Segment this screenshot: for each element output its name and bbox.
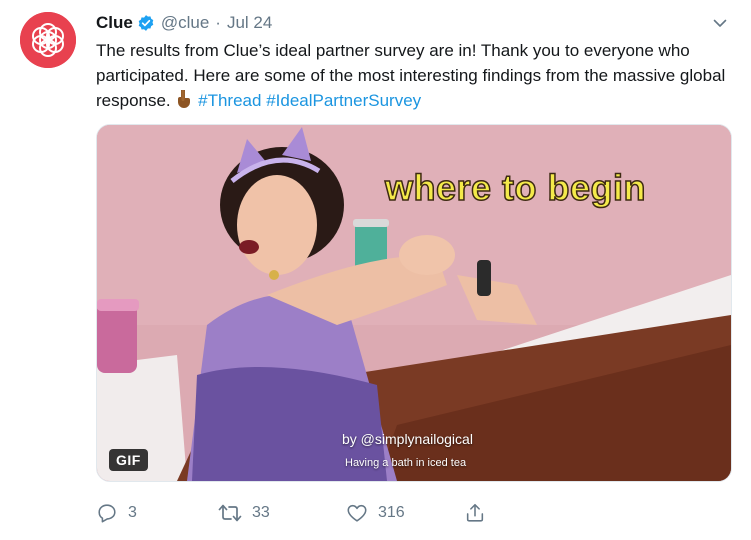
share-icon xyxy=(466,503,484,522)
gif-overlay-text: where to begin xyxy=(384,166,647,209)
avatar[interactable] xyxy=(20,12,76,68)
hashtag-thread[interactable]: #Thread xyxy=(198,91,261,110)
retweet-icon xyxy=(218,504,242,522)
tweet-actions: 3 33 316 xyxy=(96,500,486,526)
verified-badge-icon xyxy=(137,14,155,32)
gif-credit-text: by @simplynailogical xyxy=(342,431,473,447)
gif-badge: GIF xyxy=(109,449,148,471)
tweet-date[interactable]: Jul 24 xyxy=(227,13,272,33)
reply-count: 3 xyxy=(128,504,137,521)
like-count: 316 xyxy=(378,504,405,521)
reply-button[interactable]: 3 xyxy=(96,502,218,524)
gif-media[interactable]: where to begin by @simplynailogical Havi… xyxy=(96,124,732,482)
share-button[interactable] xyxy=(464,502,486,524)
tweet-text: The results from Clue’s ideal partner su… xyxy=(96,38,736,116)
gif-caption-text: Having a bath in iced tea xyxy=(345,457,467,469)
author-handle[interactable]: @clue xyxy=(161,13,209,33)
pointing-down-emoji-icon xyxy=(175,89,193,116)
author-name[interactable]: Clue xyxy=(96,13,133,33)
hashtag-ideal-partner-survey[interactable]: #IdealPartnerSurvey xyxy=(266,91,421,110)
like-button[interactable]: 316 xyxy=(346,502,464,524)
retweet-button[interactable]: 33 xyxy=(218,502,346,524)
reply-icon xyxy=(98,504,116,523)
retweet-count: 33 xyxy=(252,504,270,521)
tweet-header: Clue @clue · Jul 24 xyxy=(96,12,272,34)
like-icon xyxy=(347,504,367,522)
clue-logo-icon xyxy=(20,12,76,68)
chevron-down-icon[interactable] xyxy=(709,12,731,34)
separator-dot: · xyxy=(215,13,221,32)
